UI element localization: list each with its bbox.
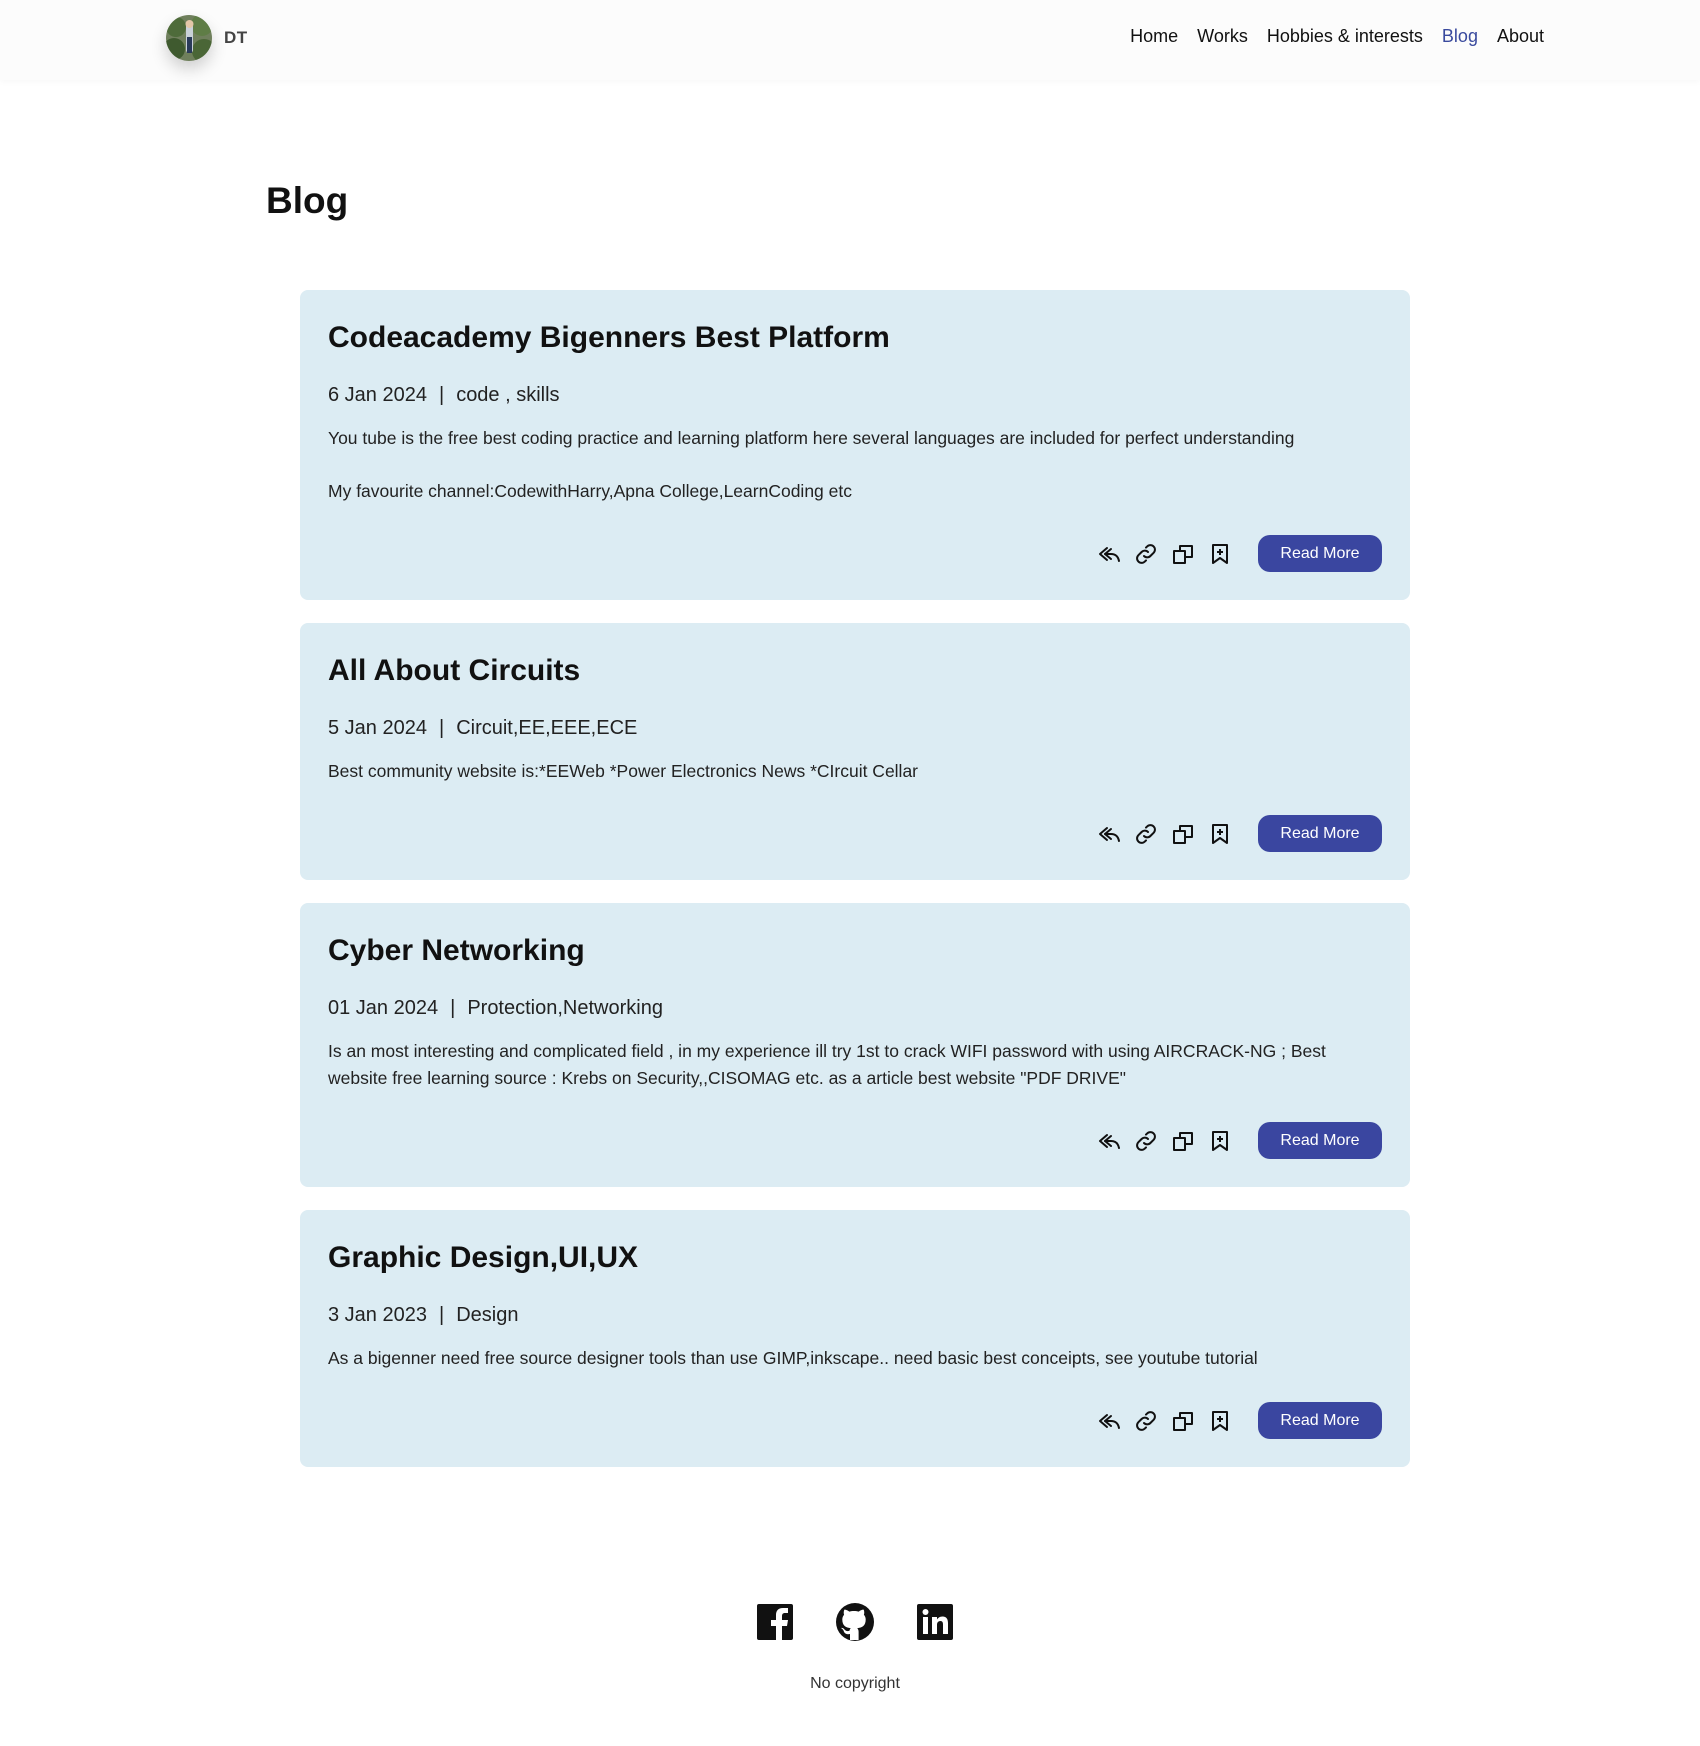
- main-nav: Home Works Hobbies & interests Blog Abou…: [1130, 26, 1544, 47]
- post-title: Graphic Design,UI,UX: [328, 1241, 639, 1274]
- post-description: As a bigenner need free source designer …: [328, 1348, 1258, 1368]
- reply-icon[interactable]: [1096, 1408, 1122, 1434]
- post-description: Best community website is:*EEWeb *Power …: [328, 761, 919, 781]
- reply-icon[interactable]: [1096, 541, 1122, 567]
- nav-about[interactable]: About: [1497, 26, 1544, 47]
- navbar: DT Home Works Hobbies & interests Blog A…: [0, 0, 1700, 80]
- nav-blog[interactable]: Blog: [1442, 26, 1478, 47]
- post-actions: Read More: [328, 1402, 1382, 1439]
- link-icon[interactable]: [1133, 821, 1159, 847]
- brand[interactable]: DT: [166, 15, 248, 61]
- post-title: Codeacademy Bigenners Best Platform: [328, 321, 890, 354]
- post-date: 01 Jan 2024: [328, 997, 439, 1019]
- github-icon[interactable]: [835, 1602, 875, 1642]
- post-tags: Design: [456, 1304, 519, 1326]
- read-more-button[interactable]: Read More: [1258, 535, 1382, 572]
- post-meta: 01 Jan 2024 | Protection,Networking: [328, 997, 1382, 1020]
- bookmark-add-icon[interactable]: [1207, 1128, 1233, 1154]
- read-more-button[interactable]: Read More: [1258, 1122, 1382, 1159]
- post-tags: Protection,Networking: [467, 997, 663, 1019]
- page: DT Home Works Hobbies & interests Blog A…: [0, 0, 1700, 1746]
- meta-separator: |: [438, 1304, 445, 1326]
- post-actions: Read More: [328, 815, 1382, 852]
- meta-separator: |: [438, 384, 445, 406]
- post-extra: My favourite channel:CodewithHarry,Apna …: [328, 481, 852, 501]
- read-more-button[interactable]: Read More: [1258, 1402, 1382, 1439]
- copy-icon[interactable]: [1170, 541, 1196, 567]
- post-description: You tube is the free best coding practic…: [328, 428, 1295, 448]
- linkedin-icon[interactable]: [915, 1602, 955, 1642]
- bookmark-add-icon[interactable]: [1207, 541, 1233, 567]
- post-date: 5 Jan 2024: [328, 717, 427, 739]
- copyright-text: No copyright: [810, 1675, 900, 1692]
- bookmark-add-icon[interactable]: [1207, 1408, 1233, 1434]
- post-date: 6 Jan 2024: [328, 384, 427, 406]
- post-tags: code , skills: [456, 384, 560, 406]
- reply-icon[interactable]: [1096, 821, 1122, 847]
- blog-posts: Codeacademy Bigenners Best Platform 6 Ja…: [300, 290, 1410, 1490]
- post-title: All About Circuits: [328, 654, 581, 687]
- facebook-icon[interactable]: [755, 1602, 795, 1642]
- copy-icon[interactable]: [1170, 1128, 1196, 1154]
- brand-name: DT: [224, 28, 248, 47]
- social-links: [0, 1602, 1700, 1642]
- avatar[interactable]: [166, 15, 212, 61]
- blog-card: All About Circuits 5 Jan 2024 | Circuit,EE…: [300, 623, 1410, 880]
- post-actions: Read More: [328, 535, 1382, 572]
- meta-separator: |: [450, 997, 456, 1019]
- post-meta: 6 Jan 2024 | code , skills: [328, 384, 1382, 407]
- blog-card: Graphic Design,UI,UX 3 Jan 2023 | Design A…: [300, 1210, 1410, 1467]
- post-meta: 3 Jan 2023 | Design: [328, 1304, 1382, 1327]
- link-icon[interactable]: [1133, 541, 1159, 567]
- copy-icon[interactable]: [1170, 821, 1196, 847]
- link-icon[interactable]: [1133, 1408, 1159, 1434]
- nav-hobbies[interactable]: Hobbies & interests: [1267, 26, 1423, 47]
- bookmark-add-icon[interactable]: [1207, 821, 1233, 847]
- reply-icon[interactable]: [1096, 1128, 1122, 1154]
- post-tags: Circuit,EE,EEE,ECE: [456, 717, 638, 739]
- post-title: Cyber Networking: [328, 934, 585, 967]
- page-title: Blog: [266, 180, 349, 221]
- post-actions: Read More: [328, 1122, 1382, 1159]
- meta-separator: |: [438, 717, 445, 739]
- nav-works[interactable]: Works: [1197, 26, 1248, 47]
- copy-icon[interactable]: [1170, 1408, 1196, 1434]
- nav-home[interactable]: Home: [1130, 26, 1178, 47]
- post-meta: 5 Jan 2024 | Circuit,EE,EEE,ECE: [328, 717, 1382, 740]
- link-icon[interactable]: [1133, 1128, 1159, 1154]
- blog-card: Codeacademy Bigenners Best Platform 6 Ja…: [300, 290, 1410, 600]
- blog-card: Cyber Networking 01 Jan 2024 | Protection,…: [300, 903, 1410, 1187]
- read-more-button[interactable]: Read More: [1258, 815, 1382, 852]
- post-description: Is an most interesting and complicated f…: [328, 1041, 1326, 1088]
- post-date: 3 Jan 2023: [328, 1304, 427, 1326]
